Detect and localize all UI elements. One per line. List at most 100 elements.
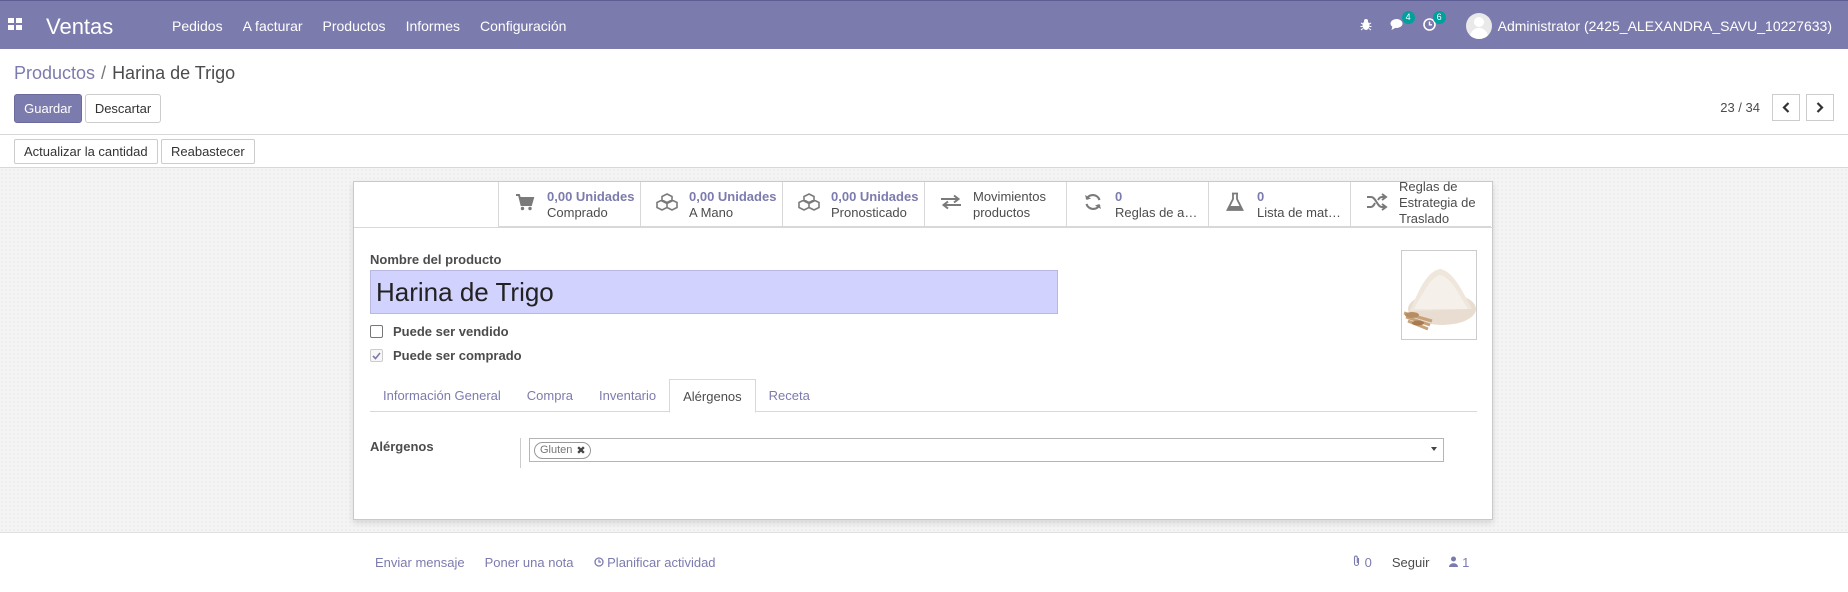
smart-value: 0,00 Unidades (831, 188, 919, 204)
can-be-purchased-label: Puede ser comprado (393, 348, 522, 363)
tab-allergens[interactable]: Alérgenos (669, 379, 756, 413)
smart-label: Lista de mat… (1257, 204, 1341, 220)
smart-button-box: 0,00 Unidades Comprado 0,00 Unidades A Man… (498, 178, 1491, 227)
smart-label: Reglas de (1399, 178, 1458, 194)
pager: 23 / 34 (1720, 94, 1834, 121)
can-be-purchased-row: Puede ser comprado (370, 348, 522, 363)
breadcrumb: Productos / Harina de Trigo (14, 63, 235, 84)
sheet-divider (354, 227, 1494, 228)
smart-label: Traslado (1399, 210, 1450, 226)
smart-button-bom[interactable]: 0 Lista de mat… (1208, 182, 1350, 227)
avatar (1465, 12, 1492, 39)
follow-button[interactable]: Seguir (1392, 555, 1430, 570)
top-navbar: Ventas Pedidos A facturar Productos Info… (0, 0, 1848, 49)
cubes-icon (655, 192, 679, 217)
smart-label: Estrategia de (1399, 194, 1476, 210)
discard-button[interactable]: Descartar (85, 94, 161, 123)
smart-label: A Mano (689, 204, 734, 220)
schedule-activity-label: Planificar actividad (607, 555, 716, 570)
bug-icon[interactable] (1360, 18, 1372, 34)
attachments-button[interactable]: 0 (1352, 555, 1372, 570)
followers-count: 1 (1462, 555, 1470, 570)
pager-next-button[interactable] (1806, 94, 1834, 121)
user-menu[interactable]: Administrator (2425_ALEXANDRA_SAVU_10227… (1465, 12, 1832, 39)
control-panel: Productos / Harina de Trigo Guardar Descar… (0, 49, 1848, 135)
chatter: Enviar mensaje Poner una nota Planificar… (0, 532, 1848, 592)
product-image[interactable] (1401, 250, 1477, 340)
menu-item-productos[interactable]: Productos (313, 18, 396, 34)
schedule-activity-button[interactable]: Planificar actividad (593, 555, 716, 570)
chatter-topbar-right: 0 Seguir 1 (1352, 555, 1469, 570)
exchange-icon (939, 193, 963, 216)
pager-previous-button[interactable] (1772, 94, 1800, 121)
smart-label: Comprado (547, 204, 608, 220)
can-be-sold-label: Puede ser vendido (393, 324, 509, 339)
tab-recipe[interactable]: Receta (756, 379, 823, 412)
smart-label: productos (973, 204, 1031, 220)
remove-tag-icon[interactable]: ✖ (576, 444, 585, 457)
user-name: Administrator (2425_ALEXANDRA_SAVU_10227… (1497, 17, 1832, 34)
chevron-left-icon (1782, 102, 1790, 113)
shopping-cart-icon (513, 193, 537, 217)
chevron-right-icon (1816, 102, 1824, 113)
messages-icon[interactable]: 4 (1390, 10, 1415, 34)
user-icon (1449, 556, 1459, 567)
can-be-sold-checkbox[interactable] (370, 325, 383, 338)
tab-general-information[interactable]: Información General (370, 379, 514, 412)
smart-button-putaway-rules[interactable]: Reglas de Estrategia de Traslado (1350, 178, 1491, 227)
breadcrumb-parent[interactable]: Productos (14, 63, 95, 83)
allergen-tag: Gluten ✖ (534, 441, 591, 459)
smart-button-purchased[interactable]: 0,00 Unidades Comprado (498, 182, 640, 227)
menu-item-configuracion[interactable]: Configuración (470, 18, 576, 34)
flour-image (1403, 269, 1476, 331)
smart-label: Reglas de a… (1115, 204, 1198, 220)
menu-item-informes[interactable]: Informes (396, 18, 470, 34)
menu-item-pedidos[interactable]: Pedidos (162, 18, 233, 34)
allergens-tags-input[interactable]: Gluten ✖ (529, 438, 1444, 462)
update-quantity-button[interactable]: Actualizar la cantidad (14, 139, 158, 164)
product-name-input[interactable]: Harina de Trigo (370, 270, 1058, 314)
send-message-button[interactable]: Enviar mensaje (375, 555, 465, 570)
allergen-tag-label: Gluten (540, 444, 573, 456)
smart-button-reorder-rules[interactable]: 0 Reglas de a… (1066, 182, 1208, 227)
save-button[interactable]: Guardar (14, 94, 82, 123)
field-divider (520, 438, 521, 468)
smart-value: 0,00 Unidades (547, 188, 635, 204)
navbar-systray: 4 6 Administrator (2425_ALEXANDRA_SAVU_1… (1360, 1, 1832, 50)
paperclip-icon (1353, 555, 1360, 567)
cubes-icon (797, 192, 821, 217)
tab-purchase[interactable]: Compra (514, 379, 586, 412)
notebook-tabs: Información General Compra Inventario Al… (370, 379, 1477, 413)
clock-icon (593, 557, 604, 567)
product-name-label: Nombre del producto (370, 252, 502, 267)
pager-value[interactable]: 23 / 34 (1720, 100, 1760, 115)
log-note-button[interactable]: Poner una nota (485, 555, 574, 570)
allergens-label: Alérgenos (370, 439, 434, 454)
can-be-sold-row: Puede ser vendido (370, 324, 509, 339)
smart-value: 0,00 Unidades (689, 188, 777, 204)
attachments-count: 0 (1364, 555, 1372, 570)
tab-inventory[interactable]: Inventario (586, 379, 669, 412)
smart-label: Pronosticado (831, 204, 907, 220)
replenish-button[interactable]: Reabastecer (161, 139, 255, 164)
breadcrumb-current: Harina de Trigo (112, 63, 236, 83)
caret-down-icon[interactable] (1431, 447, 1437, 451)
smart-value: 0 (1257, 188, 1265, 204)
form-statusbar: Actualizar la cantidad Reabastecer (0, 135, 1848, 168)
form-sheet: 0,00 Unidades Comprado 0,00 Unidades A Man… (353, 178, 1494, 520)
checkmark-icon (372, 351, 381, 360)
apps-menu-icon[interactable] (8, 18, 22, 30)
smart-label: Movimientos (973, 188, 1046, 204)
activity-clock-icon[interactable]: 6 (1422, 10, 1446, 34)
chatter-actions: Enviar mensaje Poner una nota Planificar… (375, 555, 716, 570)
app-brand[interactable]: Ventas (46, 14, 113, 40)
can-be-purchased-checkbox[interactable] (370, 349, 383, 362)
smart-button-on-hand[interactable]: 0,00 Unidades A Mano (640, 182, 782, 227)
smart-button-moves[interactable]: Movimientos productos (924, 182, 1066, 227)
smart-button-forecasted[interactable]: 0,00 Unidades Pronosticado (782, 182, 924, 227)
followers-button[interactable]: 1 (1449, 555, 1469, 570)
menu-item-a-facturar[interactable]: A facturar (233, 18, 313, 34)
main-menu: Pedidos A facturar Productos Informes Co… (162, 1, 576, 50)
flask-icon (1223, 192, 1247, 218)
breadcrumb-separator: / (101, 63, 107, 83)
